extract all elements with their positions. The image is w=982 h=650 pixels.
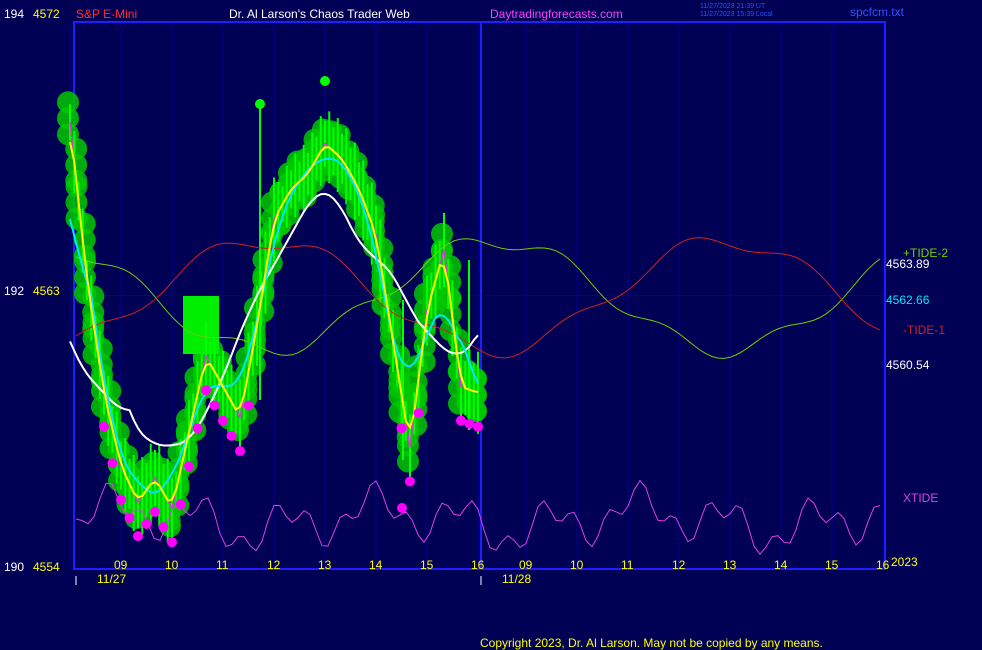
extreme-low-dot xyxy=(243,400,254,411)
extreme-low-dot xyxy=(107,458,118,469)
chart-title: Dr. Al Larson's Chaos Trader Web xyxy=(229,7,410,21)
chart-background xyxy=(0,0,982,650)
x-tick-label: 09 xyxy=(519,558,533,572)
extreme-low-dot xyxy=(405,476,415,487)
xtide-label: XTIDE xyxy=(903,491,938,505)
x-tick-label: 11 xyxy=(621,558,634,572)
symbol-label: S&P E-Mini xyxy=(76,7,137,21)
x-tick-label: 15 xyxy=(825,558,839,572)
chaos-ball xyxy=(413,350,436,373)
extreme-low-dot xyxy=(218,415,228,426)
yellow-mean-value: 4560.54 xyxy=(886,358,930,372)
x-tick-label: 16 xyxy=(471,558,485,572)
x-tick-label: 16 xyxy=(876,558,890,572)
extreme-top-dot xyxy=(320,76,330,86)
timestamp-utc: 11/27/2023 21:39 UT xyxy=(700,3,766,10)
date-label-1: 11/27 xyxy=(97,572,126,586)
extreme-low-dot xyxy=(192,423,203,434)
chaos-trader-chart: 194 4572 S&P E-Mini Dr. Al Larson's Chao… xyxy=(0,0,982,650)
extreme-low-dot xyxy=(464,418,475,429)
x-tick-label: 11 xyxy=(216,558,229,572)
extreme-low-dot xyxy=(167,537,177,548)
x-tick-label: 09 xyxy=(114,558,128,572)
site-link[interactable]: Daytradingforecasts.com xyxy=(490,7,623,21)
extreme-low-dot xyxy=(99,421,109,432)
extreme-low-dot xyxy=(116,494,126,505)
copyright-footer: Copyright 2023, Dr. Al Larson. May not b… xyxy=(480,636,823,650)
extreme-low-dot xyxy=(226,430,237,441)
extreme-low-dot xyxy=(133,531,143,542)
x-tick-label: 15 xyxy=(420,558,434,572)
x-tick-label: 13 xyxy=(723,558,737,572)
x-tick-label: 12 xyxy=(267,558,281,572)
left-axis-top-price: 4572 xyxy=(33,7,60,21)
x-tick-label: 13 xyxy=(318,558,332,572)
extreme-low-dot xyxy=(124,512,135,523)
left-axis-mid-level: 192 xyxy=(4,284,24,298)
tide-plus-value: 4563.89 xyxy=(886,257,930,271)
extreme-low-dot xyxy=(456,415,466,426)
x-tick-label: 10 xyxy=(570,558,584,572)
extreme-low-dot xyxy=(150,506,160,517)
extreme-low-dot xyxy=(473,421,483,432)
date-label-2: 11/28 xyxy=(502,572,531,586)
cyan-mean-value: 4562.66 xyxy=(886,293,930,307)
chaos-ball xyxy=(252,300,275,323)
x-tick-label: 12 xyxy=(672,558,686,572)
left-axis-bottom-level: 190 xyxy=(4,560,24,574)
extreme-low-dot xyxy=(209,400,220,411)
year-label: 2023 xyxy=(891,555,918,569)
tide-minus-label: -TIDE-1 xyxy=(903,323,945,337)
extreme-low-dot xyxy=(175,499,186,510)
extreme-low-dot xyxy=(397,503,407,513)
extreme-low-dot xyxy=(413,408,424,419)
extreme-low-dot xyxy=(141,518,152,529)
extreme-low-dot xyxy=(201,385,211,396)
extreme-low-dot xyxy=(396,423,407,434)
extreme-low-dot xyxy=(158,522,169,533)
extreme-low-dot xyxy=(235,446,245,457)
left-axis-top-level: 194 xyxy=(4,7,24,21)
x-tick-label: 14 xyxy=(369,558,383,572)
timestamp-local: 11/27/2023 15:39 Local xyxy=(700,11,773,18)
extreme-low-dot xyxy=(184,461,194,472)
x-tick-label: 10 xyxy=(165,558,179,572)
left-axis-bottom-price: 4554 xyxy=(33,560,60,574)
extreme-top-dot xyxy=(255,99,265,109)
left-axis-mid-price: 4563 xyxy=(33,284,60,298)
file-name: spcfcm.txt xyxy=(850,5,905,19)
chaos-ball xyxy=(397,450,419,473)
x-tick-label: 14 xyxy=(774,558,788,572)
